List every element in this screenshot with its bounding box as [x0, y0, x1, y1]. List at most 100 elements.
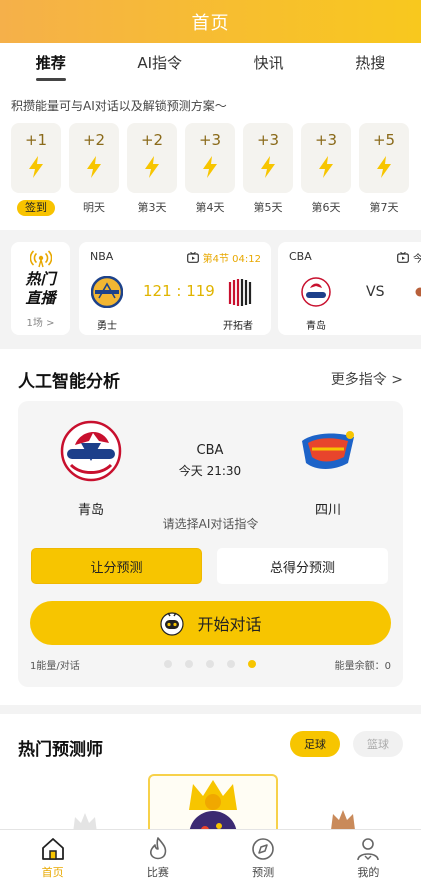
carousel-dot[interactable] — [227, 660, 235, 668]
lightning-icon — [145, 156, 159, 178]
tab-recommend[interactable]: 推荐 — [26, 43, 76, 85]
match-status-text: 第4节 04:12 — [202, 254, 261, 265]
energy-balance: 能量余额：0 — [334, 661, 391, 672]
home-team-name: 勇士 — [97, 321, 117, 332]
blazers-logo-icon — [226, 278, 252, 306]
energy-points: +2 — [82, 131, 106, 149]
live-match-card[interactable]: CBA 今 青岛 VS — [278, 242, 421, 335]
spread-prediction-button[interactable]: 让分预测 — [31, 548, 202, 584]
nav-predictions-label: 预测 — [252, 866, 275, 879]
energy-points: +3 — [256, 131, 280, 149]
away-team: 四川 — [283, 419, 373, 518]
live-score: 121 : 119 — [143, 282, 215, 300]
home-team-name: 青岛 — [306, 321, 326, 332]
checkin-day[interactable]: +3 第4天 — [185, 123, 235, 216]
total-points-prediction-button[interactable]: 总得分预测 — [217, 548, 388, 584]
ai-analysis-title: 人工智能分析 — [18, 372, 120, 392]
start-chat-label: 开始对话 — [197, 615, 262, 634]
checkin-day[interactable]: +2 明天 — [69, 123, 119, 216]
more-commands-link[interactable]: 更多指令 > — [331, 369, 403, 389]
nav-home-label: 首页 — [41, 866, 64, 879]
lightning-icon — [87, 156, 101, 178]
live-match-card[interactable]: NBA 第4节 04:12 勇士 121 : 119 开拓者 — [79, 242, 271, 335]
gold-crown-icon — [189, 780, 237, 834]
checkin-card: +2 — [127, 123, 177, 193]
warriors-logo-icon — [91, 276, 123, 308]
live-strip: 热门直播 1场 > NBA 第4节 04:12 勇士 121 : 119 开拓者… — [0, 236, 421, 340]
nav-home[interactable]: 首页 — [18, 830, 88, 883]
match-time: 今天 21:30 — [178, 464, 242, 478]
start-chat-button[interactable]: 开始对话 — [30, 601, 391, 645]
checkin-day[interactable]: +3 第6天 — [301, 123, 351, 216]
carousel-dot[interactable] — [164, 660, 172, 668]
checkin-day-label: 第4天 — [195, 201, 225, 214]
lightning-icon — [319, 156, 333, 178]
tv-icon — [397, 252, 409, 263]
robot-icon — [160, 612, 185, 636]
checkin-card: +2 — [69, 123, 119, 193]
carousel-dot[interactable] — [185, 660, 193, 668]
page-title: 首页 — [191, 12, 230, 34]
tab-ai-commands[interactable]: AI指令 — [127, 43, 192, 85]
energy-note: 积攒能量可与AI对话以及解锁预测方案～ — [11, 99, 227, 113]
tab-news[interactable]: 快讯 — [244, 43, 294, 85]
checkin-day[interactable]: +1 签到 — [11, 123, 61, 216]
energy-points: +2 — [140, 131, 164, 149]
hot-live-title: 热门直播 — [25, 270, 56, 307]
compass-icon — [252, 838, 274, 860]
match-status: 今 — [397, 250, 421, 265]
match-league: NBA — [90, 250, 114, 263]
carousel-dot[interactable] — [248, 660, 256, 668]
sichuan-crest-icon — [302, 431, 354, 469]
match-league: CBA — [289, 250, 312, 263]
match-status: 第4节 04:12 — [186, 250, 261, 265]
top-expert-podium[interactable] — [148, 774, 278, 834]
checkin-days: +1 签到 +2 明天 +2 第3天 +3 第4天 +3 第5天 +3 第6天 +5 第7天 — [11, 123, 409, 216]
match-info: CBA 今天 21:30 — [160, 443, 260, 479]
carousel-dot[interactable] — [206, 660, 214, 668]
energy-checkin-section: 积攒能量可与AI对话以及解锁预测方案～ +1 签到 +2 明天 +2 第3天 +3 第4天 +3… — [0, 85, 421, 230]
energy-points: +1 — [24, 131, 48, 149]
lightning-icon — [203, 156, 217, 178]
carousel-dots — [164, 660, 256, 668]
user-icon — [357, 838, 380, 861]
nav-profile-label: 我的 — [357, 866, 380, 879]
tab-trending[interactable]: 热搜 — [345, 43, 395, 85]
tv-icon — [186, 252, 199, 263]
checkin-card: +3 — [185, 123, 235, 193]
bottom-nav: 首页 比赛 预测 我的 — [0, 829, 421, 883]
checkin-day[interactable]: +2 第3天 — [127, 123, 177, 216]
qingdao-crest-icon — [60, 420, 122, 482]
checkin-card: +1 — [11, 123, 61, 193]
checkin-day-label: 第7天 — [369, 201, 399, 214]
ai-analysis-section: 人工智能分析 更多指令 > 青岛 CBA 今天 21:30 四川 请选择AI对话… — [0, 349, 421, 705]
checkin-day[interactable]: +5 第7天 — [359, 123, 409, 216]
hot-live-tag[interactable]: 热门直播 1场 > — [11, 242, 70, 335]
lightning-icon — [377, 156, 391, 178]
match-status-text: 今 — [413, 254, 421, 265]
checkin-card: +3 — [243, 123, 293, 193]
energy-cost: 1能量/对话 — [30, 661, 80, 672]
away-team-name: 开拓者 — [223, 321, 253, 332]
checkin-card: +5 — [359, 123, 409, 193]
checkin-day-label: 明天 — [83, 201, 105, 214]
hot-experts-section: 热门预测师 足球 篮球 — [0, 714, 421, 834]
qingdao-logo-icon — [301, 277, 331, 307]
checkin-day-label: 第6天 — [311, 201, 341, 214]
match-vs: VS — [366, 284, 385, 300]
nav-matches[interactable]: 比赛 — [123, 830, 193, 883]
ai-match-panel: 青岛 CBA 今天 21:30 四川 请选择AI对话指令 让分预测 总得分预测 — [18, 401, 403, 687]
nav-predictions[interactable]: 预测 — [228, 830, 298, 883]
broadcast-icon — [29, 250, 52, 268]
energy-points: +5 — [372, 131, 396, 149]
home-team: 青岛 — [46, 419, 136, 518]
checkin-day[interactable]: +3 第5天 — [243, 123, 293, 216]
checkin-day-label: 第5天 — [253, 201, 283, 214]
top-tabs: 推荐 AI指令 快讯 热搜 — [0, 43, 421, 85]
team-logo-icon — [415, 287, 421, 297]
sport-filter-basketball[interactable]: 篮球 — [353, 731, 403, 757]
checkin-card: +3 — [301, 123, 351, 193]
home-icon — [41, 838, 64, 860]
nav-profile[interactable]: 我的 — [333, 830, 403, 883]
sport-filter-football[interactable]: 足球 — [290, 731, 340, 757]
